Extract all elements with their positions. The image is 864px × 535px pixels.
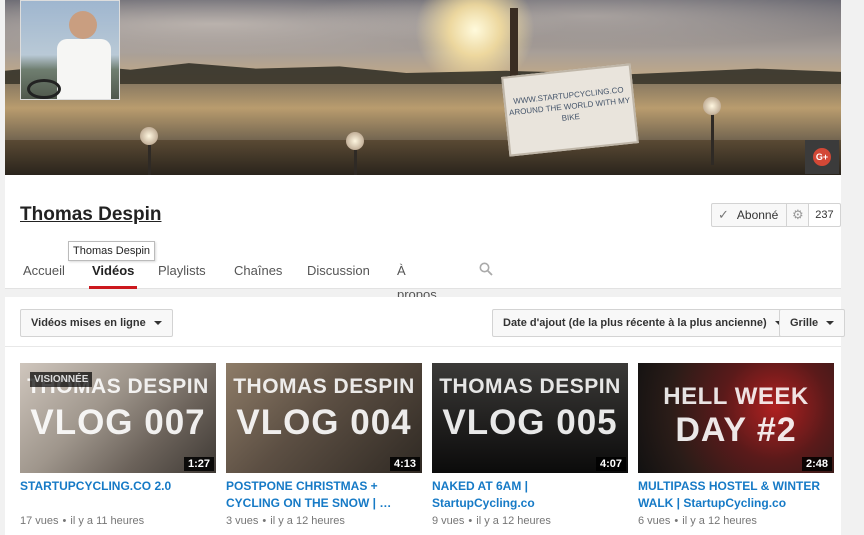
thumbnail-title-line2: DAY #2 xyxy=(675,411,797,449)
lamp xyxy=(346,132,364,150)
search-icon[interactable] xyxy=(479,262,493,276)
video-grid: THOMAS DESPIN VLOG 007 VISIONNÉE 1:27 ST… xyxy=(20,363,840,535)
video-card[interactable]: THOMAS DESPIN VLOG 005 4:07 NAKED AT 6AM… xyxy=(432,363,628,529)
video-age: il y a 11 heures xyxy=(70,515,145,527)
sort-dropdown[interactable]: Date d'ajout (de la plus récente à la pl… xyxy=(492,309,794,337)
video-card[interactable]: THOMAS DESPIN VLOG 004 4:13 POSTPONE CHR… xyxy=(226,363,422,529)
avatar-face xyxy=(69,11,97,39)
watched-badge: VISIONNÉE xyxy=(30,372,93,387)
banner-tower xyxy=(510,8,518,80)
meta-separator: • xyxy=(262,515,267,527)
gear-icon[interactable]: ⚙ xyxy=(787,203,810,227)
view-label: Grille xyxy=(790,317,819,329)
meta-separator: • xyxy=(674,515,679,527)
meta-separator: • xyxy=(62,515,67,527)
video-thumbnail[interactable]: HELL WEEK DAY #2 2:48 xyxy=(638,363,834,473)
video-views: 17 vues xyxy=(20,515,59,527)
avatar-shirt xyxy=(57,39,111,99)
video-card[interactable]: HELL WEEK DAY #2 2:48 MULTIPASS HOSTEL &… xyxy=(638,363,834,529)
tab-discussion[interactable]: Discussion xyxy=(307,259,370,289)
video-thumbnail[interactable]: THOMAS DESPIN VLOG 007 VISIONNÉE 1:27 xyxy=(20,363,216,473)
tab-accueil[interactable]: Accueil xyxy=(23,259,65,289)
subscribe-group: ✓ Abonné ⚙ 237 xyxy=(711,203,841,227)
lamp xyxy=(140,127,158,145)
video-meta: 6 vues • il y a 12 heures xyxy=(638,513,834,529)
video-views: 3 vues xyxy=(226,515,259,527)
video-duration: 4:13 xyxy=(389,457,420,471)
lamp-post xyxy=(711,110,714,165)
video-meta: 17 vues • il y a 11 heures xyxy=(20,513,216,529)
tab-videos[interactable]: Vidéos xyxy=(88,259,138,289)
channel-header: Thomas Despin ✓ Abonné ⚙ 237 Thomas Desp… xyxy=(5,175,841,302)
video-title[interactable]: STARTUPCYCLING.CO 2.0 xyxy=(20,478,216,512)
gplus-icon: G+ xyxy=(813,148,831,166)
chevron-down-icon xyxy=(826,321,835,325)
videos-section: Vidéos mises en ligne Date d'ajout (de l… xyxy=(5,297,846,535)
thumbnail-title-line1: THOMAS DESPIN xyxy=(233,375,415,398)
video-age: il y a 12 heures xyxy=(682,515,757,527)
video-title[interactable]: NAKED AT 6AM | StartupCycling.co xyxy=(432,478,628,512)
tab-a-propos[interactable]: À propos xyxy=(397,259,437,302)
check-icon: ✓ xyxy=(718,207,729,222)
gplus-link[interactable]: G+ xyxy=(805,140,839,174)
tab-playlists[interactable]: Playlists xyxy=(158,259,206,289)
thumbnail-title-line2: VLOG 007 xyxy=(30,403,206,442)
subscriber-count: 237 xyxy=(809,203,841,227)
video-duration: 1:27 xyxy=(183,457,214,471)
channel-name-tooltip: Thomas Despin xyxy=(68,241,156,261)
chevron-down-icon xyxy=(153,321,162,325)
banner-shore xyxy=(5,140,841,175)
channel-avatar[interactable] xyxy=(20,0,120,100)
thumbnail-title-line1: HELL WEEK xyxy=(663,383,809,410)
meta-separator: • xyxy=(468,515,473,527)
upload-type-label: Vidéos mises en ligne xyxy=(31,317,146,329)
video-title[interactable]: MULTIPASS HOSTEL & WINTER WALK | Startup… xyxy=(638,478,834,512)
video-views: 9 vues xyxy=(432,515,465,527)
channel-banner: WWW.STARTUPCYCLING.CO AROUND THE WORLD W… xyxy=(5,0,841,175)
video-card[interactable]: THOMAS DESPIN VLOG 007 VISIONNÉE 1:27 ST… xyxy=(20,363,216,529)
video-thumbnail[interactable]: THOMAS DESPIN VLOG 004 4:13 xyxy=(226,363,422,473)
tab-chaines[interactable]: Chaînes xyxy=(234,259,282,289)
thumbnail-title-line2: VLOG 005 xyxy=(442,403,618,442)
video-views: 6 vues xyxy=(638,515,671,527)
video-duration: 4:07 xyxy=(595,457,626,471)
view-dropdown[interactable]: Grille xyxy=(779,309,846,337)
channel-title[interactable]: Thomas Despin xyxy=(20,204,161,226)
lamp xyxy=(703,97,721,115)
subscribe-label: Abonné xyxy=(736,208,779,222)
video-thumbnail[interactable]: THOMAS DESPIN VLOG 005 4:07 xyxy=(432,363,628,473)
channel-page: WWW.STARTUPCYCLING.CO AROUND THE WORLD W… xyxy=(0,0,864,535)
video-meta: 3 vues • il y a 12 heures xyxy=(226,513,422,529)
upload-type-dropdown[interactable]: Vidéos mises en ligne xyxy=(20,309,173,337)
video-duration: 2:48 xyxy=(801,457,832,471)
sort-label: Date d'ajout (de la plus récente à la pl… xyxy=(503,317,767,329)
thumbnail-title-line1: THOMAS DESPIN xyxy=(439,375,621,398)
video-title[interactable]: POSTPONE CHRISTMAS + CYCLING ON THE SNOW… xyxy=(226,478,422,512)
video-age: il y a 12 heures xyxy=(476,515,551,527)
subscribe-button[interactable]: ✓ Abonné xyxy=(711,203,788,227)
filter-bar: Vidéos mises en ligne Date d'ajout (de l… xyxy=(5,297,846,347)
thumbnail-title-line2: VLOG 004 xyxy=(236,403,412,442)
banner-sign: WWW.STARTUPCYCLING.CO AROUND THE WORLD W… xyxy=(501,63,639,157)
avatar-bike xyxy=(27,79,61,99)
lamp-post xyxy=(148,140,151,175)
video-age: il y a 12 heures xyxy=(270,515,345,527)
video-meta: 9 vues • il y a 12 heures xyxy=(432,513,628,529)
